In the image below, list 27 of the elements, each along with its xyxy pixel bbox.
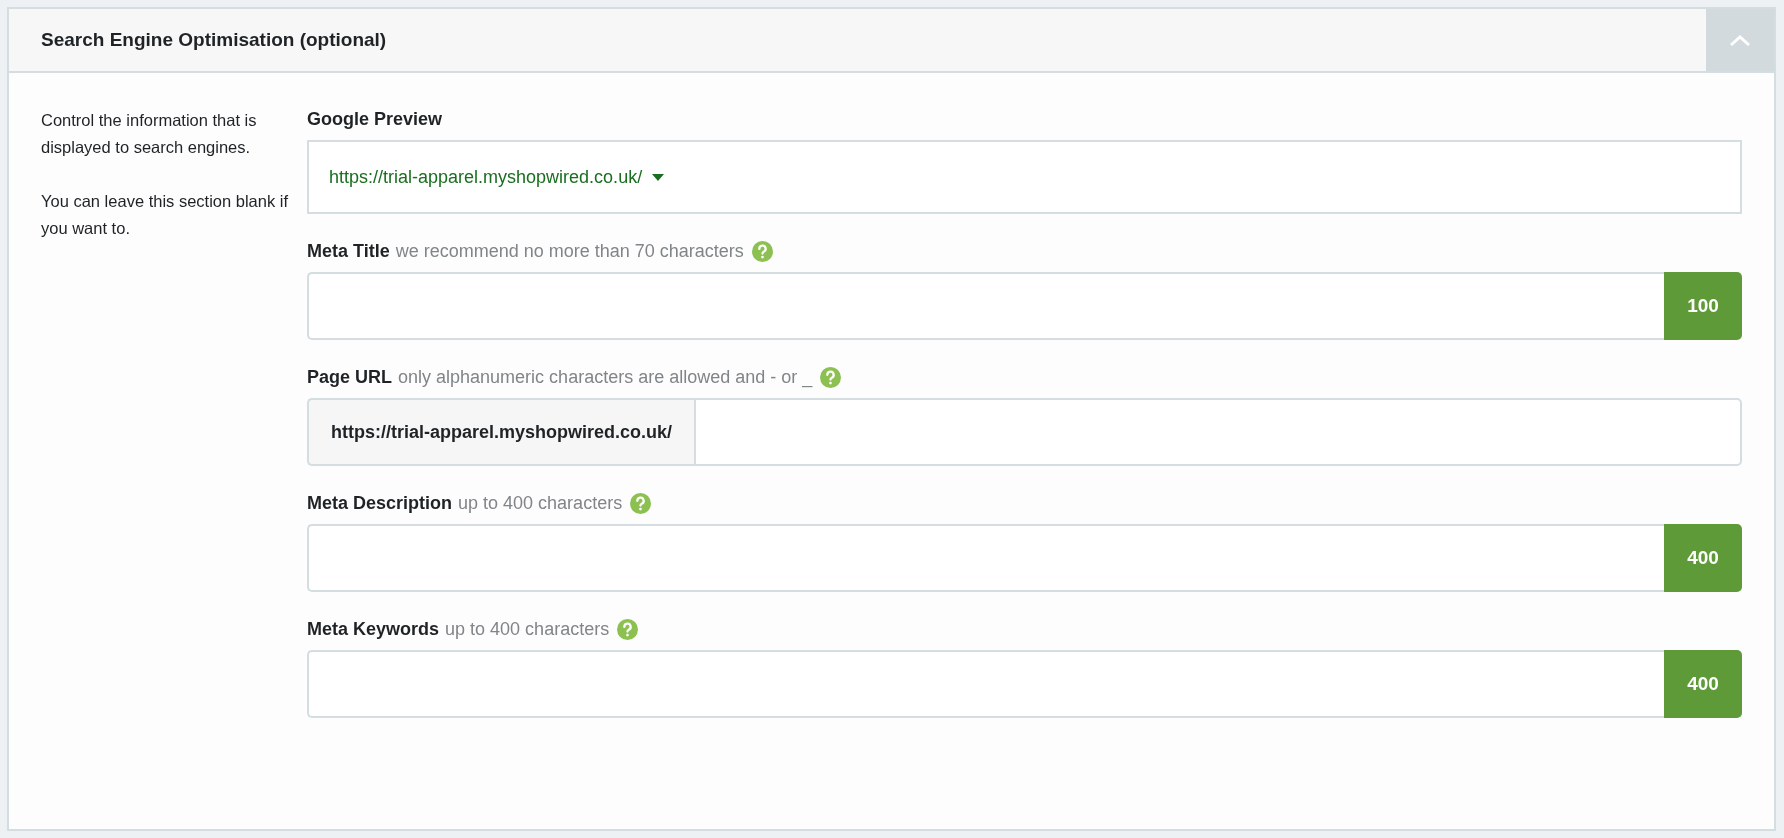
character-counter: 100: [1664, 272, 1742, 340]
text-field[interactable]: [307, 524, 1664, 592]
field-hint: up to 400 characters: [458, 492, 623, 515]
intro-text: Control the information that is displayed to search engines.: [41, 110, 258, 158]
help-icon[interactable]: [630, 492, 652, 514]
help-icon[interactable]: [617, 618, 639, 640]
field-label: Meta Keywords: [307, 618, 440, 641]
text-field[interactable]: [307, 272, 1664, 340]
character-counter: 400: [1664, 650, 1742, 718]
field-label: Page URL: [307, 366, 393, 389]
field-hint: only alphanumeric characters are allowed and - or _: [398, 366, 813, 389]
preview-url[interactable]: https://trial-apparel.myshopwired.co.uk/: [329, 163, 643, 191]
url-prefix: https://trial-apparel.myshopwired.co.uk/: [307, 398, 695, 466]
url-field[interactable]: [694, 398, 1742, 466]
help-icon[interactable]: [751, 240, 773, 262]
field-label: Google Preview: [307, 108, 443, 131]
text-field[interactable]: [307, 650, 1664, 718]
field-label: Meta Title: [307, 240, 390, 263]
panel-title: Search Engine Optimisation (optional): [41, 27, 387, 52]
field-hint: we recommend no more than 70 characters: [395, 240, 744, 263]
field-label: Meta Description: [307, 492, 453, 515]
character-counter: 400: [1664, 524, 1742, 592]
field-hint: up to 400 characters: [445, 618, 610, 641]
dropdown-caret-icon[interactable]: [652, 173, 665, 181]
intro-text: You can leave this section blank if you want to.: [41, 191, 290, 239]
collapse-button[interactable]: [1706, 9, 1774, 71]
help-icon[interactable]: [820, 366, 842, 388]
